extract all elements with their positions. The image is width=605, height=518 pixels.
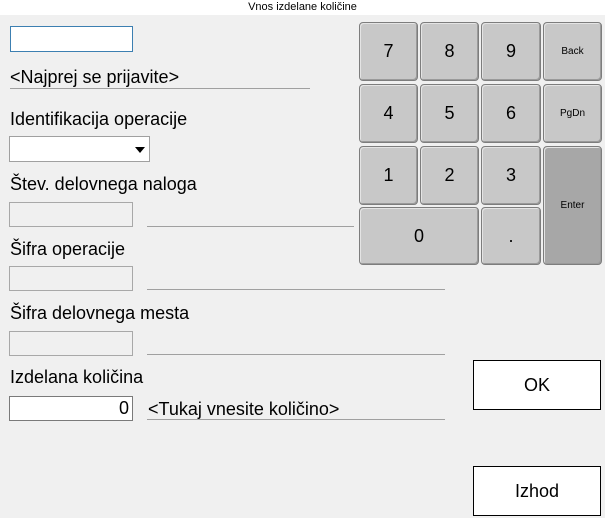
chevron-down-icon[interactable] bbox=[135, 147, 145, 153]
quantity-input[interactable]: 0 bbox=[9, 396, 133, 421]
key-pgdn[interactable]: PgDn bbox=[543, 84, 602, 143]
work-order-label: Štev. delovnega naloga bbox=[10, 174, 197, 194]
login-message-underline bbox=[10, 88, 310, 89]
login-input[interactable] bbox=[10, 26, 133, 52]
key-dot[interactable]: . bbox=[481, 207, 541, 265]
workplace-code-input[interactable] bbox=[9, 331, 133, 356]
workplace-code-info-underline bbox=[147, 354, 445, 355]
work-order-info-underline bbox=[147, 226, 354, 227]
operation-code-info-underline bbox=[147, 289, 445, 290]
key-2[interactable]: 2 bbox=[420, 146, 479, 205]
key-back[interactable]: Back bbox=[543, 22, 602, 81]
workplace-code-label: Šifra delovnega mesta bbox=[10, 303, 190, 323]
key-7[interactable]: 7 bbox=[359, 22, 418, 81]
key-3[interactable]: 3 bbox=[481, 146, 541, 205]
operation-code-input[interactable] bbox=[9, 266, 133, 291]
key-9[interactable]: 9 bbox=[481, 22, 541, 81]
login-message: <Najprej se prijavite> bbox=[10, 67, 180, 87]
key-1[interactable]: 1 bbox=[359, 146, 418, 205]
key-8[interactable]: 8 bbox=[420, 22, 479, 81]
quantity-label: Izdelana količina bbox=[10, 367, 144, 387]
key-4[interactable]: 4 bbox=[359, 84, 418, 143]
quantity-hint: <Tukaj vnesite količino> bbox=[148, 399, 340, 419]
key-0[interactable]: 0 bbox=[359, 207, 479, 265]
ok-button[interactable]: OK bbox=[473, 360, 601, 410]
window-title: Vnos izdelane količine bbox=[0, 0, 605, 15]
operation-id-label: Identifikacija operacije bbox=[10, 109, 188, 129]
operation-code-label: Šifra operacije bbox=[10, 239, 126, 259]
key-5[interactable]: 5 bbox=[420, 84, 479, 143]
work-order-input[interactable] bbox=[9, 202, 133, 227]
key-6[interactable]: 6 bbox=[481, 84, 541, 143]
quantity-hint-underline bbox=[147, 419, 445, 420]
key-enter[interactable]: Enter bbox=[543, 146, 602, 265]
exit-button[interactable]: Izhod bbox=[473, 466, 601, 516]
operation-id-select[interactable] bbox=[9, 136, 150, 162]
